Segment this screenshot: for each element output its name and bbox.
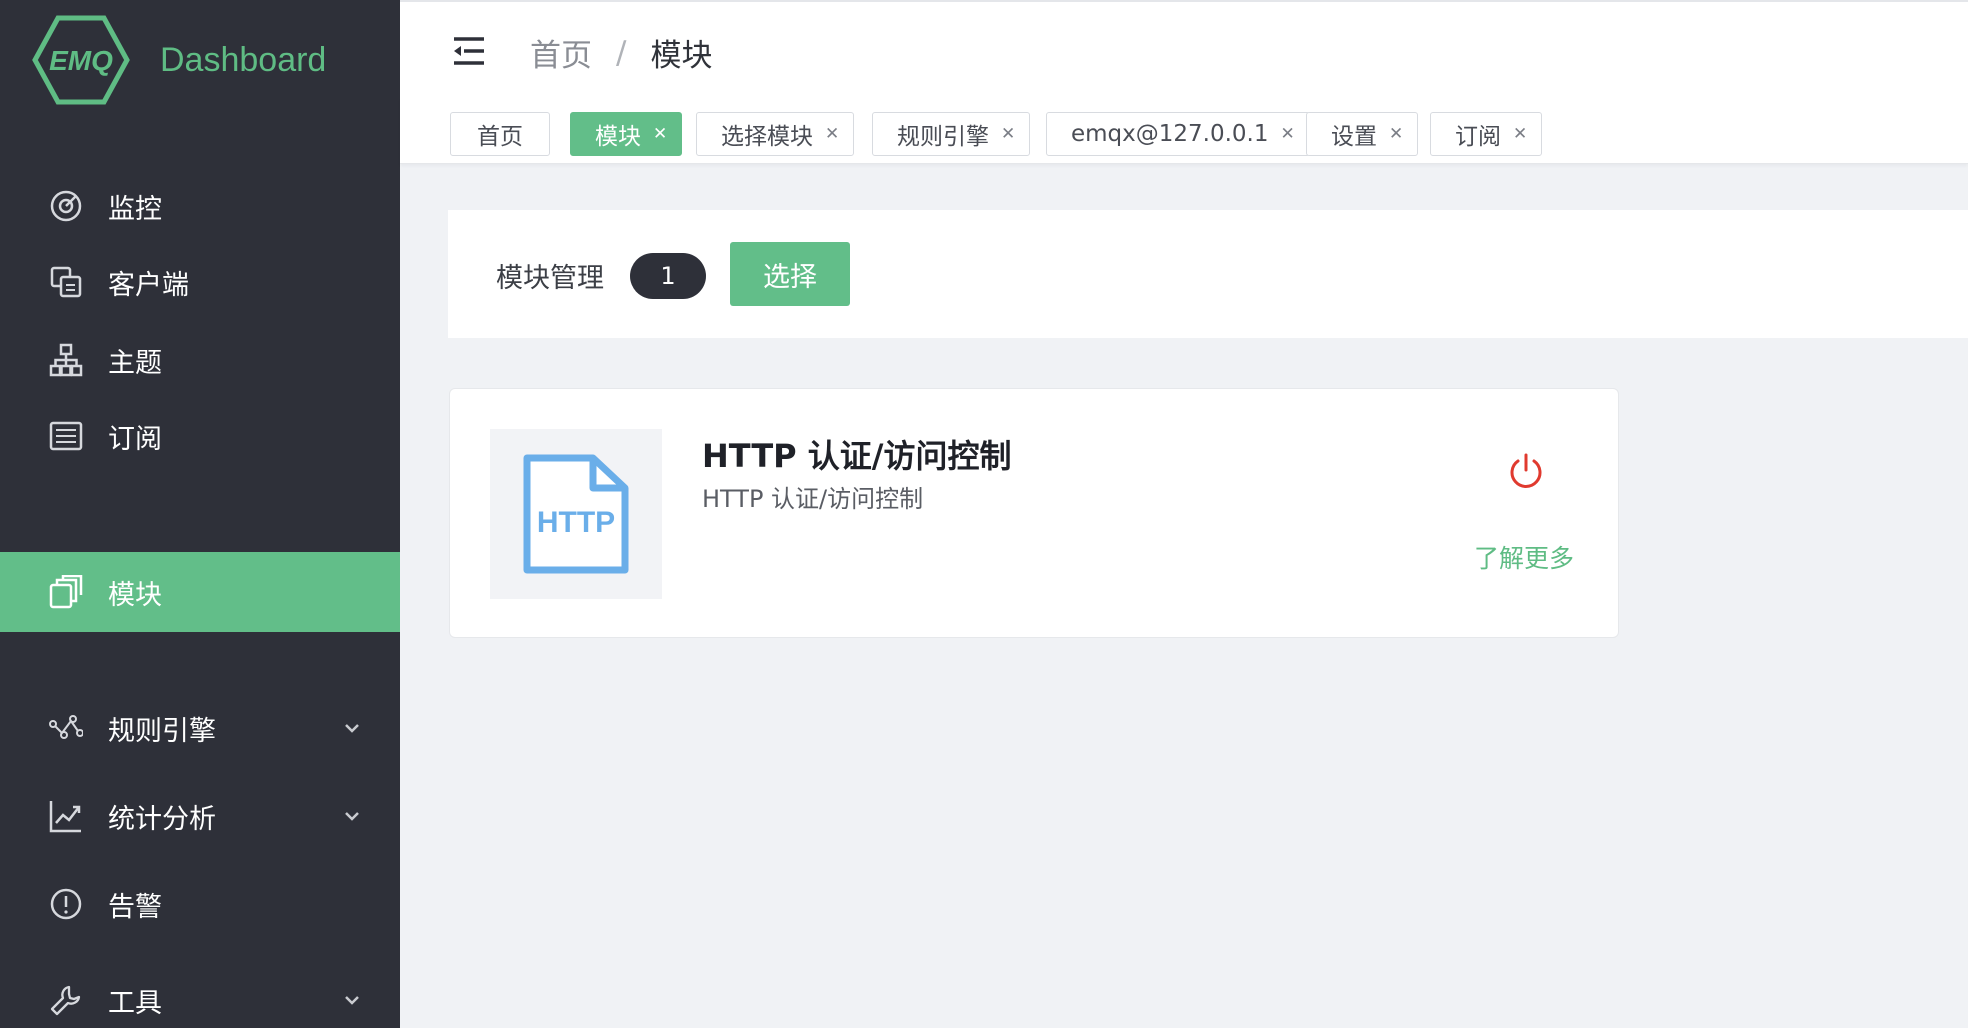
clients-icon — [48, 264, 84, 300]
tag-label: 规则引擎 — [897, 124, 989, 150]
tag-label: 选择模块 — [721, 124, 813, 150]
tag-settings[interactable]: 设置 ✕ — [1306, 112, 1419, 156]
modules-toolbar: 模块管理 1 选择 — [448, 210, 1968, 338]
sidebar-item-label: 主题 — [108, 347, 162, 379]
sidebar-item-label: 订阅 — [108, 423, 162, 455]
brand-name: Dashboard — [160, 40, 327, 79]
close-icon[interactable]: ✕ — [825, 124, 839, 144]
module-count-badge: 1 — [630, 253, 706, 299]
tag-label: emqx@127.0.0.1 — [1071, 121, 1269, 147]
chevron-down-icon — [345, 724, 359, 733]
select-module-button[interactable]: 选择 — [730, 242, 850, 306]
topics-tree-icon — [48, 342, 84, 378]
breadcrumb-current: 模块 — [650, 38, 713, 74]
collapse-menu-icon[interactable] — [452, 36, 486, 66]
close-icon[interactable]: ✕ — [653, 124, 667, 144]
learn-more-link[interactable]: 了解更多 — [1474, 539, 1574, 575]
alert-icon — [48, 886, 84, 922]
sidebar-item-label: 告警 — [108, 891, 162, 923]
sidebar-item-modules[interactable]: 模块 — [0, 552, 400, 632]
breadcrumb: 首页 / 模块 — [530, 30, 712, 75]
sidebar-item-label: 模块 — [108, 579, 162, 611]
module-title: HTTP 认证/访问控制 — [702, 437, 1012, 475]
sidebar-item-label: 规则引擎 — [108, 715, 216, 747]
subscriptions-list-icon — [48, 418, 84, 454]
sidebar-item-rule-engine[interactable]: 规则引擎 — [0, 688, 400, 768]
tag-modules[interactable]: 模块 ✕ — [570, 112, 683, 156]
tag-rule-engine[interactable]: 规则引擎 ✕ — [872, 112, 1031, 156]
logo-text: EMQ — [49, 45, 113, 76]
wrench-icon — [48, 982, 84, 1018]
sidebar-item-label: 监控 — [108, 193, 162, 225]
monitor-gauge-icon — [48, 188, 84, 224]
tag-label: 首页 — [477, 124, 523, 150]
close-icon[interactable]: ✕ — [1001, 124, 1015, 144]
brand[interactable]: EMQ Dashboard — [32, 14, 326, 106]
rule-engine-icon — [48, 710, 84, 746]
module-description: HTTP 认证/访问控制 — [702, 485, 924, 513]
module-logo: HTTP — [490, 429, 662, 599]
power-icon[interactable] — [1506, 451, 1546, 491]
http-logo-text: HTTP — [537, 506, 615, 539]
breadcrumb-home[interactable]: 首页 — [530, 30, 592, 75]
sidebar: EMQ Dashboard 监控 客户端 主题 订阅 模块 规则引擎 统计分析 … — [0, 0, 400, 1028]
top-header: 首页 / 模块 — [400, 0, 1968, 98]
module-card-http-auth: HTTP HTTP 认证/访问控制 HTTP 认证/访问控制 了解更多 — [449, 388, 1619, 638]
tags-view-bar: 首页 模块 ✕ 选择模块 ✕ 规则引擎 ✕ emqx@127.0.0.1 ✕ 设… — [400, 98, 1968, 164]
http-file-icon: HTTP — [523, 454, 629, 574]
tag-home[interactable]: 首页 — [450, 112, 550, 156]
sidebar-item-subscriptions[interactable]: 订阅 — [0, 396, 400, 476]
chevron-down-icon — [345, 812, 359, 821]
close-icon[interactable]: ✕ — [1513, 124, 1527, 144]
sidebar-item-label: 客户端 — [108, 269, 189, 301]
sidebar-item-label: 统计分析 — [108, 803, 216, 835]
sidebar-item-clients[interactable]: 客户端 — [0, 242, 400, 322]
breadcrumb-separator: / — [616, 34, 627, 71]
tag-label: 订阅 — [1455, 124, 1501, 150]
sidebar-item-tools[interactable]: 工具 — [0, 960, 400, 1028]
modules-icon — [48, 574, 84, 610]
chevron-down-icon — [345, 996, 359, 1005]
app-root: EMQ Dashboard 监控 客户端 主题 订阅 模块 规则引擎 统计分析 … — [0, 0, 1968, 1028]
sidebar-item-alarms[interactable]: 告警 — [0, 864, 400, 944]
sidebar-item-topics[interactable]: 主题 — [0, 320, 400, 400]
tag-label: 模块 — [595, 124, 641, 150]
tag-node[interactable]: emqx@127.0.0.1 ✕ — [1046, 112, 1310, 156]
close-icon[interactable]: ✕ — [1281, 124, 1295, 144]
tag-subscriptions[interactable]: 订阅 ✕ — [1430, 112, 1543, 156]
sidebar-item-monitor[interactable]: 监控 — [0, 166, 400, 246]
tag-label: 设置 — [1331, 124, 1377, 150]
emq-logo-icon: EMQ — [32, 15, 130, 105]
tag-select-module[interactable]: 选择模块 ✕ — [696, 112, 855, 156]
close-icon[interactable]: ✕ — [1389, 124, 1403, 144]
chart-icon — [48, 798, 84, 834]
sidebar-item-label: 工具 — [108, 987, 162, 1019]
page-title: 模块管理 — [496, 263, 604, 294]
sidebar-item-statistics[interactable]: 统计分析 — [0, 776, 400, 856]
